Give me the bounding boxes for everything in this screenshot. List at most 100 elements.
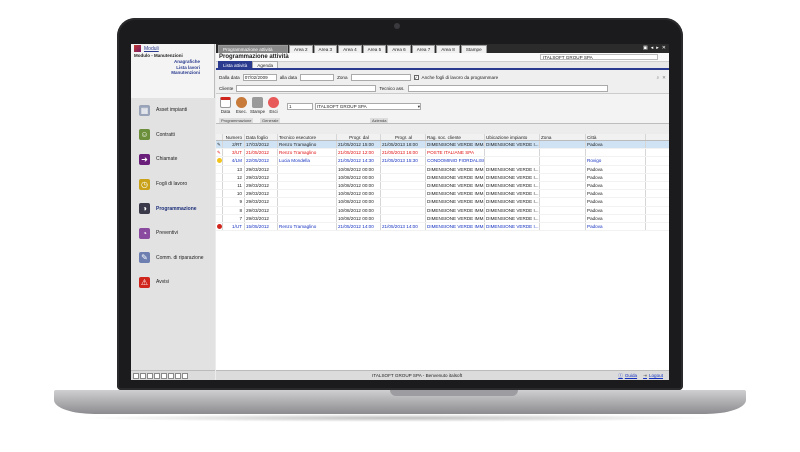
table-row[interactable]: 12 29/03/2012 10/08/2012 00:00 DIMENSIONE V…: [216, 173, 669, 182]
col-data-foglio[interactable]: Data foglio: [245, 134, 278, 140]
sidebar-item-comm-riparazione[interactable]: ✎ Comm. di riparazione: [131, 246, 215, 271]
alla-data-input[interactable]: [300, 74, 335, 81]
cell-n: 3/UT: [223, 149, 245, 157]
prev-icon[interactable]: ◂: [651, 45, 654, 51]
cell-t: [278, 198, 337, 206]
status-bar: ITALSOFT GROUP SPA - Benvenuto italsoft …: [216, 370, 669, 380]
esci-button[interactable]: Esci: [267, 97, 280, 114]
edit-icon: ✎: [216, 149, 223, 157]
col-numero[interactable]: Numero: [223, 134, 245, 140]
zona-input[interactable]: [350, 74, 411, 81]
table-row[interactable]: 7 29/03/2012 10/08/2012 00:00 DIMENSIONE VE…: [216, 214, 669, 223]
cell-z: [540, 149, 586, 157]
chevron-down-icon: ▾: [417, 103, 420, 109]
table-row[interactable]: 13 29/03/2012 10/08/2012 00:00 DIMENSIONE V…: [216, 165, 669, 174]
submenu-manutenzioni[interactable]: Manutenzioni: [131, 70, 200, 76]
cliente-input[interactable]: [236, 85, 377, 92]
cell-t: [278, 190, 337, 198]
tab-lista-attivita[interactable]: Lista attività: [218, 61, 253, 68]
asset-icon: ▦: [139, 104, 150, 116]
tecnico-input[interactable]: [407, 85, 608, 92]
sidebar-item-programmazione[interactable]: ◑ Programmazione: [131, 196, 215, 221]
repair-icon: ✎: [139, 252, 150, 264]
cell-to: 21/05/2013 14:00: [381, 222, 426, 231]
laptop-base: [54, 390, 746, 414]
dalla-data-label: Dalla data: [219, 75, 240, 80]
col-ubicazione[interactable]: Ubicazione impianto: [485, 134, 540, 140]
data-button[interactable]: Data: [219, 97, 232, 114]
tab-area-7[interactable]: Area 7: [411, 45, 436, 53]
welcome-text: ITALSOFT GROUP SPA - Benvenuto italsoft: [372, 373, 463, 378]
tab-area-5[interactable]: Area 5: [362, 45, 387, 53]
row-flag: [216, 214, 223, 222]
table-row[interactable]: ✎ 2/RT 17/03/2012 Renzo Tramaglino 21/05/201…: [216, 141, 669, 150]
cell-n: 4/LM: [223, 157, 245, 165]
tab-area-2[interactable]: Area 2: [289, 45, 313, 53]
table-row[interactable]: 10 29/03/2012 10/08/2012 00:00 DIMENSIONE V…: [216, 190, 669, 199]
cell-u: DIMENSIONE VERDE I...: [486, 222, 540, 231]
submenu: Anagrafiche Lista lavori Manutenzioni: [131, 59, 214, 76]
cell-z: [540, 222, 586, 231]
col-progr-al[interactable]: Progr. al: [381, 134, 426, 140]
row-flag: [216, 157, 223, 165]
sidebar-item-contratti[interactable]: ☺ Contratti: [131, 123, 215, 148]
col-tecnico[interactable]: Tecnico esecutore: [278, 134, 337, 140]
contract-person-icon: ☺: [139, 129, 150, 141]
moduli-link[interactable]: Moduli: [144, 46, 159, 52]
tab-area-3[interactable]: Area 3: [313, 45, 338, 53]
sidebar-item-asset-impianti[interactable]: ▦ Asset impianti: [131, 98, 215, 123]
cell-from: 10/08/2012 00:00: [337, 206, 381, 214]
close-icon[interactable]: ✕: [662, 45, 666, 51]
table-row[interactable]: 11 29/03/2012 10/08/2012 00:00 DIMENSIONE V…: [216, 181, 669, 191]
row-flag: [216, 190, 223, 198]
cell-city: Rovigo: [586, 157, 646, 165]
tab-agenda[interactable]: Agenda: [252, 61, 279, 68]
col-citta[interactable]: Città: [586, 134, 646, 140]
window-icon[interactable]: ▣: [643, 45, 648, 51]
azienda-select[interactable]: ITALSOFT GROUP SPA ▾: [315, 103, 421, 110]
esec-button[interactable]: Esec.: [235, 97, 248, 114]
guida-link[interactable]: ⓘ Guida: [618, 373, 637, 379]
table-row[interactable]: 9 29/03/2012 10/08/2012 00:00 DIMENSIONE VE…: [216, 198, 669, 207]
cell-z: [540, 173, 586, 181]
laptop-frame: Moduli Modulo - Manutenzioni Anagrafiche…: [117, 18, 683, 390]
col-zona[interactable]: Zona: [540, 134, 586, 140]
search-icon[interactable]: ⌕: [657, 75, 660, 80]
cell-to: 21/05/2013 15:30: [381, 157, 426, 165]
table-row[interactable]: ✎ 3/UT 21/05/2012 Renzo Tramaglino 21/05/201…: [216, 149, 669, 158]
col-progr-dal[interactable]: Progr. dal: [337, 134, 381, 140]
sidebar-item-fogli-di-lavoro[interactable]: ◷ Fogli di lavoro: [131, 172, 215, 197]
cell-t: [278, 165, 337, 173]
company-field: ITALSOFT GROUP SPA: [540, 54, 658, 60]
dalla-data-input[interactable]: 07/02/2009: [242, 74, 277, 81]
table-row[interactable]: 1/UT 15/05/2012 Renzo Tramaglino 21/05/2012…: [216, 222, 669, 232]
sidebar-item-preventivi[interactable]: ◔ Preventivi: [131, 221, 215, 246]
azienda-number[interactable]: 1: [287, 103, 313, 110]
tab-area-4[interactable]: Area 4: [338, 45, 362, 53]
tab-stampe[interactable]: Stampe: [460, 45, 487, 53]
logout-link[interactable]: ⇥ Logout: [643, 373, 663, 379]
next-icon[interactable]: ▸: [656, 45, 659, 51]
cell-from: 10/08/2012 00:00: [337, 165, 381, 173]
page-title: Programmazione attività: [219, 54, 289, 60]
tab-area-8[interactable]: Area 8: [436, 45, 460, 53]
cell-u: DIMENSIONE VERDE I...: [486, 214, 540, 222]
cell-c: POSTE ITALIANE SPA: [426, 149, 485, 157]
row-flag: [216, 165, 223, 173]
col-cliente[interactable]: Rag. soc. cliente: [426, 134, 485, 140]
calendar-icon: [220, 97, 231, 108]
cell-z: [540, 181, 586, 190]
table-row[interactable]: 8 29/03/2012 10/08/2012 00:00 DIMENSIONE VE…: [216, 206, 669, 215]
cell-from: 10/08/2012 00:00: [337, 190, 381, 198]
tab-programmazione[interactable]: Programmazione attività: [218, 45, 288, 53]
stampe-button[interactable]: Stampe: [250, 97, 265, 114]
cell-to: [381, 206, 426, 214]
sidebar-nav: ▦ Asset impianti ☺ Contratti ➜ Chiamate …: [131, 98, 215, 378]
cell-city: Padova: [586, 190, 646, 198]
sidebar-item-chiamate[interactable]: ➜ Chiamate: [131, 147, 215, 172]
sidebar-item-avvisi[interactable]: ⚠ Avvisi: [131, 270, 215, 295]
clear-icon[interactable]: ✕: [662, 75, 666, 81]
table-row[interactable]: 4/LM 22/05/2012 Lucia Mondella 21/05/2012 1…: [216, 157, 669, 166]
tab-area-6[interactable]: Area 6: [387, 45, 411, 53]
checkbox[interactable]: ✓: [413, 75, 419, 80]
